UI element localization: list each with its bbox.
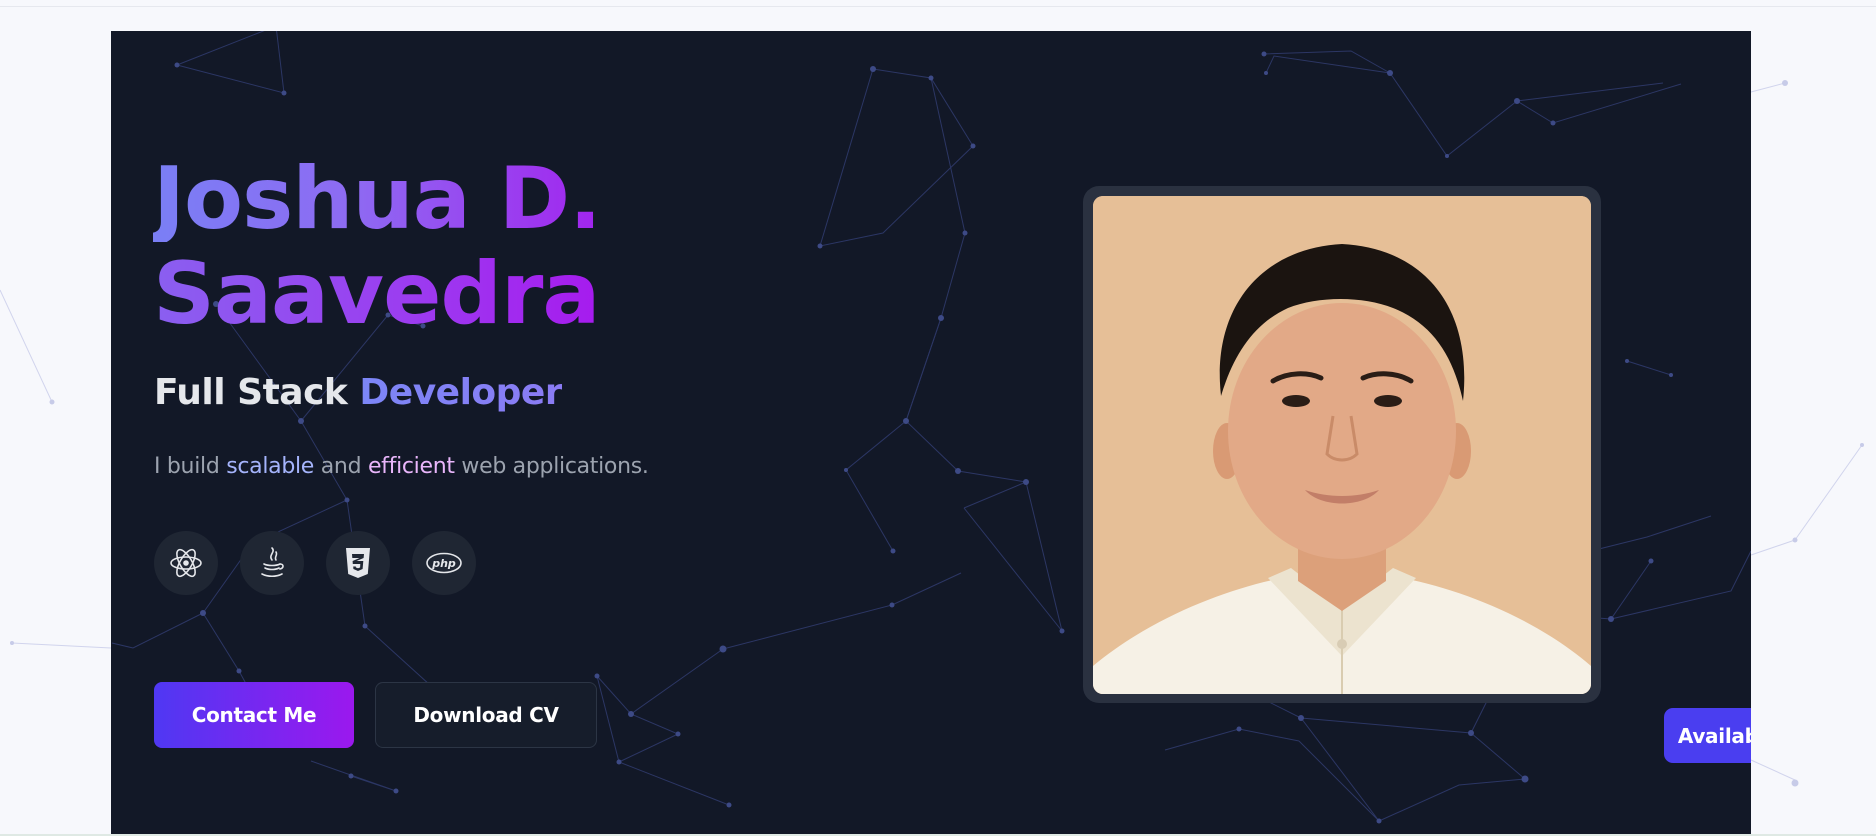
tech-stack-icons: php	[154, 531, 476, 595]
svg-text:php: php	[431, 557, 456, 570]
hero-role: Full Stack Developer	[154, 372, 563, 413]
tagline-part2: and	[314, 454, 368, 479]
hero-tagline: I build scalable and efficient web appli…	[154, 454, 649, 479]
hero-name-line2: Saavedra	[153, 244, 600, 344]
profile-photo-frame	[1083, 186, 1601, 703]
hero-section: Joshua D. Saavedra Full Stack Developer …	[111, 31, 1751, 836]
role-prefix: Full Stack	[154, 372, 360, 413]
tagline-part1: I build	[154, 454, 227, 479]
role-accent: Developer	[359, 372, 563, 413]
java-icon	[240, 531, 304, 595]
css3-icon	[326, 531, 390, 595]
hero-name-line1: Joshua D.	[153, 149, 602, 249]
tagline-highlight-scalable: scalable	[226, 454, 315, 479]
php-icon: php	[412, 531, 476, 595]
available-now-badge[interactable]: Available Now	[1664, 708, 1751, 763]
contact-me-button[interactable]: Contact Me	[154, 682, 354, 748]
profile-photo	[1093, 196, 1591, 694]
tagline-highlight-efficient: efficient	[367, 454, 455, 479]
download-cv-button[interactable]: Download CV	[375, 682, 597, 748]
react-icon	[154, 531, 218, 595]
tagline-part3: web applications.	[454, 454, 649, 479]
